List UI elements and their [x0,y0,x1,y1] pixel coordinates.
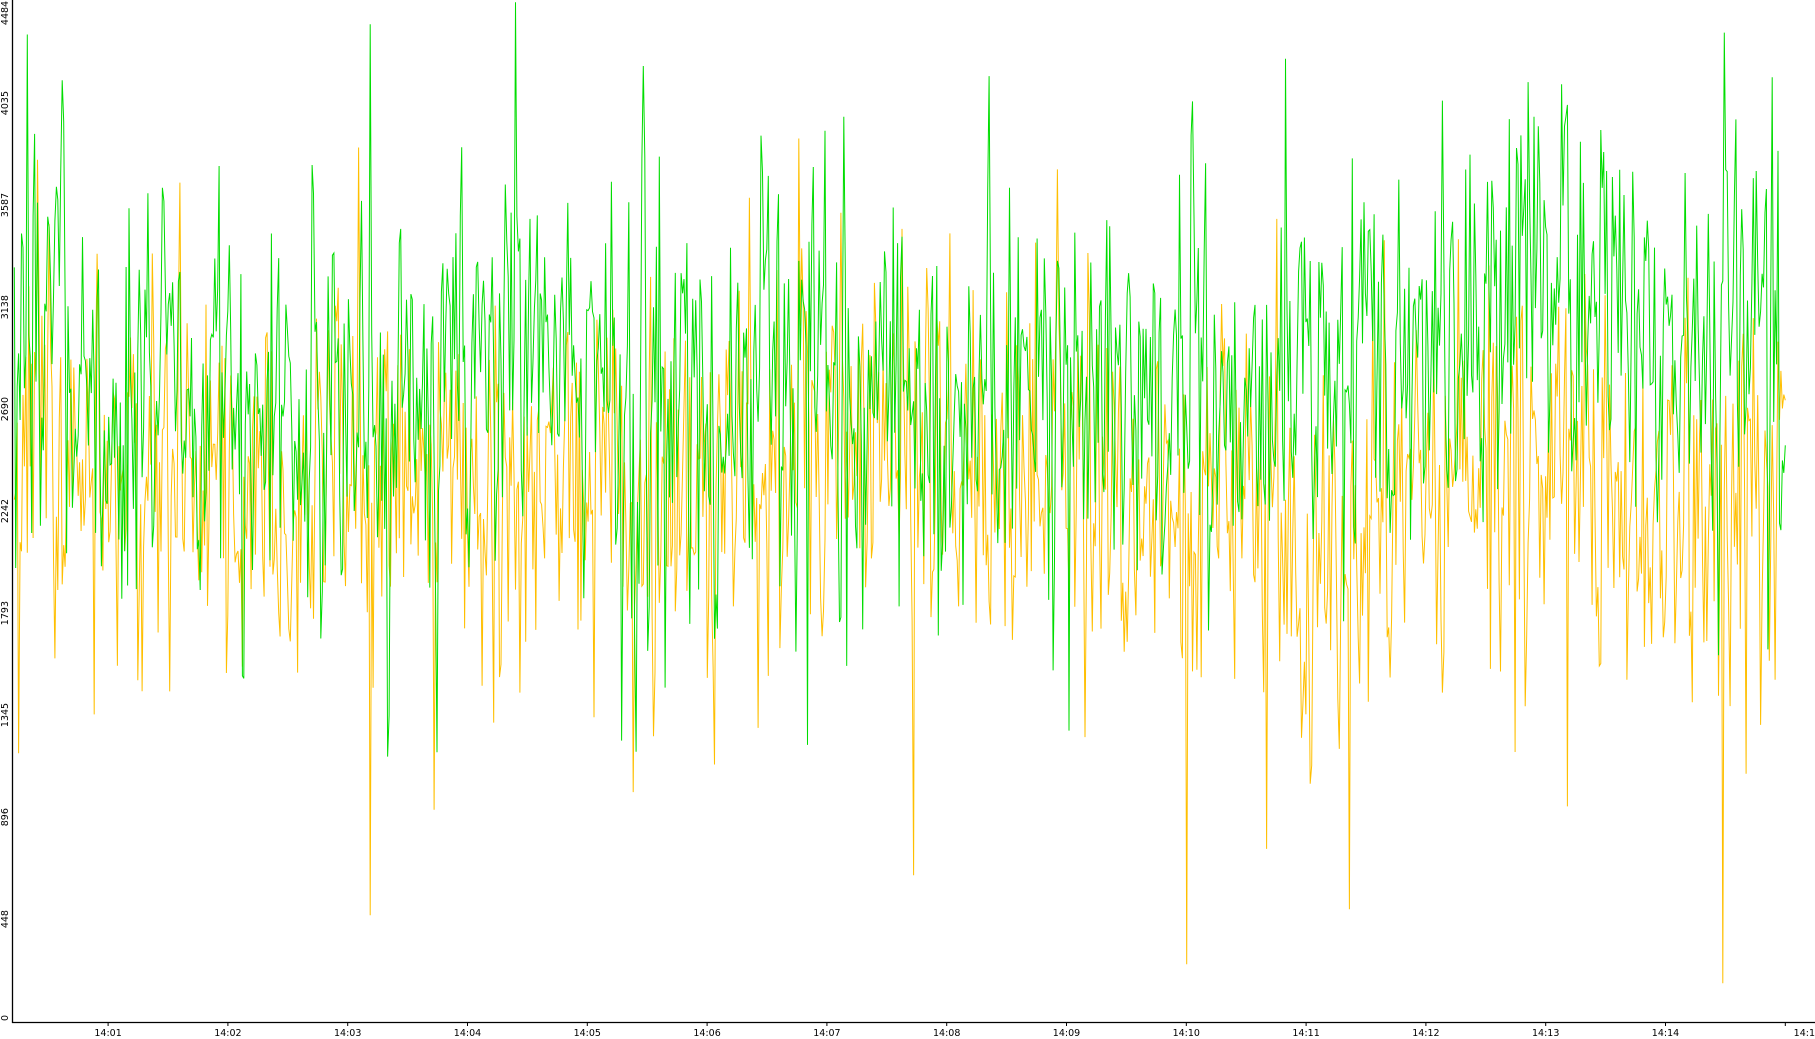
x-tick-label: 14:05 [574,1028,601,1039]
y-tick-label: 4035 [0,91,11,115]
x-tick-label: 14:10 [1173,1028,1200,1039]
x-tick-label: 14:02 [214,1028,241,1039]
x-tick-label: 14:13 [1532,1028,1559,1039]
x-tick-label: 14:07 [813,1028,840,1039]
y-tick-label: 448 [0,910,11,928]
x-tick-label: 14:06 [693,1028,720,1039]
x-tick-label: 14:09 [1053,1028,1080,1039]
x-tick-label: 14:1 [1794,1028,1815,1039]
x-tick-label: 14:01 [94,1028,121,1039]
y-tick-label: 2690 [0,397,11,421]
y-tick-label: 1793 [0,601,11,625]
y-tick-label: 1345 [0,703,11,727]
x-tick-label: 14:04 [454,1028,481,1039]
y-tick-label: 2242 [0,499,11,523]
y-tick-label: 4484 [0,1,11,25]
x-tick-label: 14:08 [933,1028,960,1039]
y-tick-label: 0 [0,1015,11,1021]
x-tick-label: 14:11 [1292,1028,1319,1039]
x-tick-label: 14:03 [334,1028,361,1039]
x-tick-label: 14:14 [1652,1028,1679,1039]
y-tick-label: 3587 [0,193,11,217]
line-chart: 044889613451793224226903138358740354484 … [0,0,1815,1039]
y-tick-label: 3138 [0,295,11,319]
x-tick-label: 14:12 [1412,1028,1439,1039]
y-tick-label: 896 [0,808,11,826]
